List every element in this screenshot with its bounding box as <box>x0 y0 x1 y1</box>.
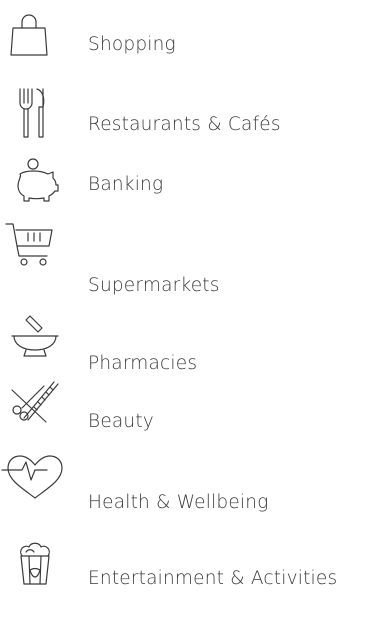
category-item-entertainment-activities[interactable]: Entertainment & Activities <box>0 540 372 596</box>
category-label: Restaurants & Cafés <box>88 114 281 135</box>
category-item-health-wellbeing[interactable]: Health & Wellbeing <box>0 454 372 513</box>
fork-knife-icon <box>0 88 64 149</box>
category-item-beauty[interactable]: Beauty <box>0 374 372 432</box>
category-label: Health & Wellbeing <box>88 492 269 513</box>
category-label: Supermarkets <box>88 275 220 296</box>
category-item-restaurants-cafes[interactable]: Restaurants & Cafés <box>0 88 372 149</box>
category-label: Banking <box>88 174 164 195</box>
shopping-cart-icon <box>0 223 64 290</box>
mortar-pestle-icon <box>0 314 64 370</box>
piggy-bank-icon <box>0 152 64 208</box>
category-label: Beauty <box>88 411 154 432</box>
scissors-comb-icon <box>0 374 64 430</box>
category-item-pharmacies[interactable]: Pharmacies <box>0 314 372 373</box>
heart-pulse-icon <box>0 454 64 510</box>
category-item-banking[interactable]: Banking <box>0 152 372 208</box>
shopping-bag-icon <box>0 14 64 70</box>
popcorn-icon <box>0 540 64 596</box>
category-item-supermarkets[interactable]: Supermarkets <box>0 223 372 295</box>
category-label: Shopping <box>88 34 176 55</box>
category-label: Pharmacies <box>88 353 198 374</box>
category-label: Entertainment & Activities <box>88 568 338 589</box>
category-item-shopping[interactable]: Shopping <box>0 14 372 70</box>
